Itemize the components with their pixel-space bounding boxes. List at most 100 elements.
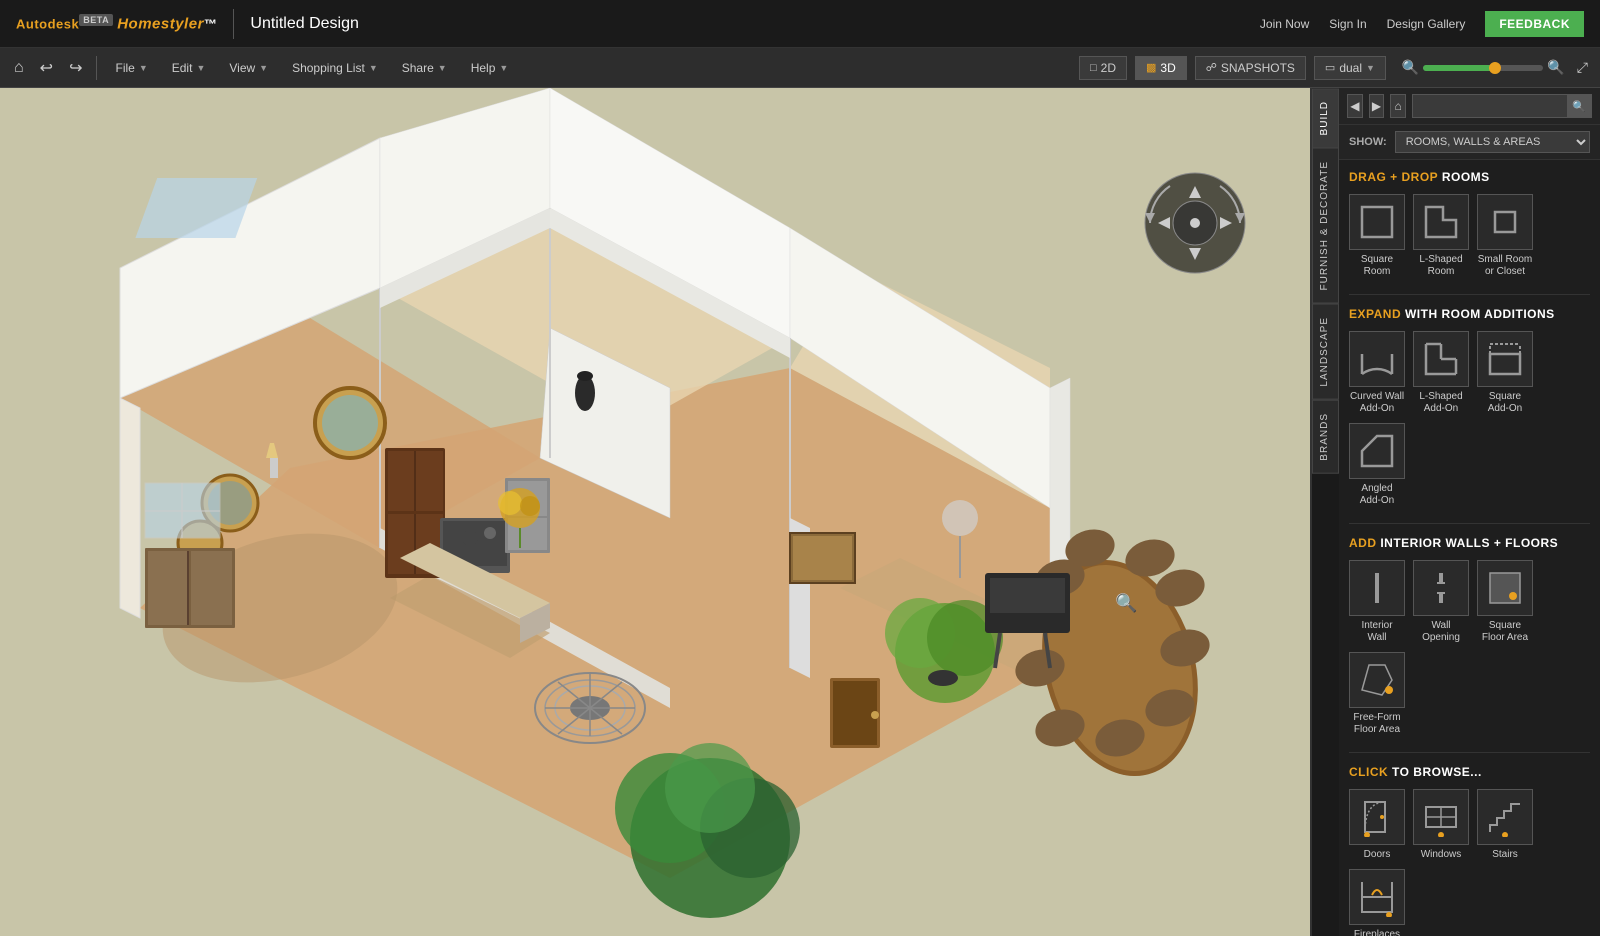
help-menu[interactable]: Help ▼ (461, 55, 519, 81)
edit-menu[interactable]: Edit ▼ (162, 55, 216, 81)
divider-2 (1349, 523, 1590, 524)
fireplaces-icon (1349, 869, 1405, 925)
windows-label: Windows (1421, 849, 1462, 861)
home-icon-btn[interactable]: ⌂ (8, 55, 30, 81)
join-now-link[interactable]: Join Now (1260, 17, 1309, 31)
wall-opening-item[interactable]: WallOpening (1413, 560, 1469, 644)
curved-wall-item[interactable]: Curved WallAdd-On (1349, 331, 1405, 415)
zoom-bar: 🔍 🔍 (1402, 59, 1565, 76)
autodesk-logo: AutodeskBETA Homestyler™ (16, 15, 217, 32)
square-room-label: SquareRoom (1361, 254, 1393, 278)
2d-view-btn[interactable]: □ 2D (1079, 56, 1127, 80)
panel-home-btn[interactable]: ⌂ (1390, 94, 1406, 118)
show-selector: SHOW: ROOMS, WALLS & AREAS FLOOR PLAN AL… (1339, 125, 1600, 160)
panel-main: ◀ ▶ ⌂ 🔍 SHOW: ROOMS, WALLS & AREAS FLOOR… (1339, 88, 1600, 936)
view-arrow: ▼ (259, 63, 268, 73)
edit-arrow: ▼ (196, 63, 205, 73)
nav-control (1140, 168, 1250, 278)
free-form-floor-area-item[interactable]: Free-FormFloor Area (1349, 652, 1405, 736)
panel-container: BUILD FURNISH & DECORATE LANDSCAPE BRAND… (1311, 88, 1600, 936)
canvas-area[interactable]: 🔍 (0, 88, 1310, 936)
small-room-label: Small Roomor Closet (1478, 254, 1532, 278)
l-shaped-room-item[interactable]: L-ShapedRoom (1413, 194, 1469, 278)
file-menu[interactable]: File ▼ (105, 55, 157, 81)
dual-btn[interactable]: ▭ dual ▼ (1314, 56, 1386, 80)
design-gallery-link[interactable]: Design Gallery (1387, 17, 1466, 31)
nav-back-btn[interactable]: ◀ (1347, 94, 1363, 118)
l-shaped-addon-item[interactable]: L-ShapedAdd-On (1413, 331, 1469, 415)
snapshots-btn[interactable]: ☍ SNAPSHOTS (1195, 56, 1306, 80)
product-name: Homestyler (117, 15, 204, 32)
share-menu[interactable]: Share ▼ (392, 55, 457, 81)
top-right-nav: Join Now Sign In Design Gallery FEEDBACK (1260, 11, 1584, 37)
stairs-icon (1477, 789, 1533, 845)
panel-search-input[interactable] (1413, 100, 1567, 112)
view-controls: □ 2D ▩ 3D ☍ SNAPSHOTS ▭ dual ▼ 🔍 🔍 ⤢ (1079, 55, 1592, 80)
zoom-thumb[interactable] (1489, 62, 1501, 74)
interior-wall-item[interactable]: InteriorWall (1349, 560, 1405, 644)
l-shaped-addon-icon (1413, 331, 1469, 387)
redo-btn[interactable]: ↪ (63, 54, 88, 82)
windows-item[interactable]: Windows (1413, 789, 1469, 861)
curved-wall-icon (1349, 331, 1405, 387)
sign-in-link[interactable]: Sign In (1329, 17, 1366, 31)
shopping-arrow: ▼ (369, 63, 378, 73)
shopping-list-menu[interactable]: Shopping List ▼ (282, 55, 388, 81)
3d-view-btn[interactable]: ▩ 3D (1135, 56, 1187, 80)
zoom-out-icon[interactable]: 🔍 (1402, 59, 1419, 76)
click-browse-title: CLICK TO BROWSE... (1349, 765, 1590, 779)
wall-opening-icon (1413, 560, 1469, 616)
l-shaped-room-icon (1413, 194, 1469, 250)
top-bar: AutodeskBETA Homestyler™ Untitled Design… (0, 0, 1600, 48)
show-label: SHOW: (1349, 136, 1387, 148)
furnish-decorate-tab[interactable]: FURNISH & DECORATE (1312, 148, 1339, 304)
square-room-icon (1349, 194, 1405, 250)
expand-additions-title: EXPAND WITH ROOM ADDITIONS (1349, 307, 1590, 321)
panel-search-btn[interactable]: 🔍 (1567, 94, 1591, 118)
free-form-floor-area-icon (1349, 652, 1405, 708)
menu-sep-1 (96, 56, 97, 80)
click-browse-grid: Doors W (1349, 789, 1590, 936)
wall-opening-label: WallOpening (1422, 620, 1460, 644)
right-panel: BUILD FURNISH & DECORATE LANDSCAPE BRAND… (1310, 88, 1600, 936)
square-room-item[interactable]: SquareRoom (1349, 194, 1405, 278)
square-addon-label: SquareAdd-On (1488, 391, 1522, 415)
drag-drop-rooms-grid: SquareRoom L-ShapedRoom (1349, 194, 1590, 278)
panel-search-box: 🔍 (1412, 94, 1592, 118)
small-room-item[interactable]: Small Roomor Closet (1477, 194, 1533, 278)
doors-item[interactable]: Doors (1349, 789, 1405, 861)
panel-top-controls: ◀ ▶ ⌂ 🔍 (1339, 88, 1600, 125)
drag-drop-rooms-title: DRAG + DROP ROOMS (1349, 170, 1590, 184)
fireplaces-item[interactable]: Fireplaces (1349, 869, 1405, 936)
stairs-item[interactable]: Stairs (1477, 789, 1533, 861)
beta-badge: BETA (79, 14, 113, 26)
panel-content: DRAG + DROP ROOMS SquareRoom (1339, 160, 1600, 936)
nav-forward-btn[interactable]: ▶ (1369, 94, 1385, 118)
brands-tab[interactable]: BRANDS (1312, 400, 1339, 474)
divider-1 (1349, 294, 1590, 295)
landscape-tab[interactable]: LANDSCAPE (1312, 304, 1339, 400)
side-tabs: BUILD FURNISH & DECORATE LANDSCAPE BRAND… (1311, 88, 1339, 936)
square-addon-icon (1477, 331, 1533, 387)
feedback-button[interactable]: FEEDBACK (1485, 11, 1584, 37)
interior-walls-grid: InteriorWall (1349, 560, 1590, 736)
canvas-zoom-icon[interactable]: 🔍 (1115, 593, 1137, 614)
view-menu[interactable]: View ▼ (219, 55, 278, 81)
build-tab[interactable]: BUILD (1312, 88, 1339, 148)
show-dropdown[interactable]: ROOMS, WALLS & AREAS FLOOR PLAN ALL OBJE… (1395, 131, 1590, 153)
square-floor-area-item[interactable]: SquareFloor Area (1477, 560, 1533, 644)
zoom-slider[interactable] (1423, 65, 1543, 71)
undo-btn[interactable]: ↩ (34, 54, 59, 82)
stairs-label: Stairs (1492, 849, 1518, 861)
angled-addon-item[interactable]: AngledAdd-On (1349, 423, 1405, 507)
fullscreen-btn[interactable]: ⤢ (1573, 55, 1592, 80)
interior-walls-title: ADD INTERIOR WALLS + FLOORS (1349, 536, 1590, 550)
square-addon-item[interactable]: SquareAdd-On (1477, 331, 1533, 415)
doors-icon (1349, 789, 1405, 845)
zoom-in-icon[interactable]: 🔍 (1547, 59, 1564, 76)
title-divider (233, 9, 234, 39)
curved-wall-label: Curved WallAdd-On (1350, 391, 1404, 415)
menu-bar: ⌂ ↩ ↪ File ▼ Edit ▼ View ▼ Shopping List… (0, 48, 1600, 88)
square-floor-area-icon (1477, 560, 1533, 616)
angled-addon-label: AngledAdd-On (1360, 483, 1394, 507)
